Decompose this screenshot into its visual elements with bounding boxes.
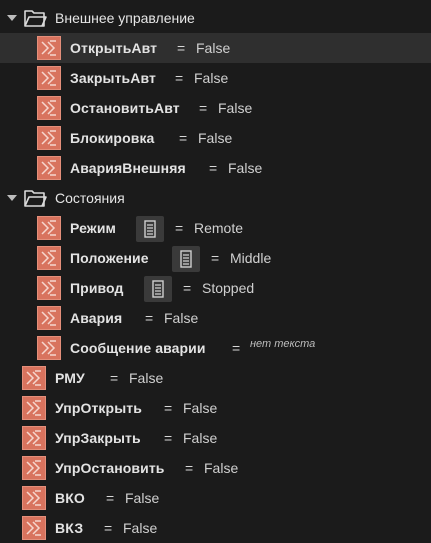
- equals-sign: =: [199, 100, 208, 116]
- chevron-down-icon[interactable]: [7, 15, 17, 21]
- tree-item-vko[interactable]: ВКО = False: [0, 483, 431, 513]
- variable-name: РМУ: [55, 370, 85, 386]
- tree-item-position[interactable]: Положение = Middle: [0, 243, 431, 273]
- variable-value[interactable]: False: [198, 130, 232, 146]
- tree-item-vkz[interactable]: ВКЗ = False: [0, 513, 431, 543]
- tree-item-stop-auto[interactable]: ОстановитьАвт = False: [0, 93, 431, 123]
- equals-sign: =: [179, 130, 188, 146]
- variable-icon: [22, 366, 46, 390]
- tree-group-external-control[interactable]: Внешнее управление: [0, 3, 431, 33]
- variable-name: ОткрытьАвт: [70, 40, 158, 56]
- variable-icon: [22, 486, 46, 510]
- equals-sign: =: [183, 280, 192, 296]
- variable-icon: [22, 516, 46, 540]
- variable-icon: [37, 216, 61, 240]
- variable-icon: [37, 66, 61, 90]
- variable-value[interactable]: False: [129, 370, 163, 386]
- variable-tree: Внешнее управление ОткрытьАвт = False За…: [0, 0, 431, 543]
- variable-name: Авария: [70, 310, 123, 326]
- enum-list-button[interactable]: [144, 276, 172, 302]
- variable-name: ВКЗ: [55, 520, 84, 536]
- folder-icon: [23, 7, 47, 29]
- tree-item-alarm[interactable]: Авария = False: [0, 303, 431, 333]
- tree-item-close-auto[interactable]: ЗакрытьАвт = False: [0, 63, 431, 93]
- variable-name: АварияВнешняя: [70, 160, 186, 176]
- variable-icon: [37, 96, 61, 120]
- variable-name: УпрОстановить: [55, 460, 165, 476]
- tree-item-cmd-close[interactable]: УпрЗакрыть = False: [0, 423, 431, 453]
- variable-value[interactable]: False: [194, 70, 228, 86]
- list-icon: [152, 280, 164, 298]
- equals-sign: =: [232, 340, 241, 356]
- variable-name: ВКО: [55, 490, 85, 506]
- equals-sign: =: [175, 220, 184, 236]
- group-label: Состояния: [55, 190, 125, 206]
- variable-value-empty[interactable]: нет текста: [250, 336, 315, 352]
- tree-item-external-alarm[interactable]: АварияВнешняя = False: [0, 153, 431, 183]
- variable-name: ОстановитьАвт: [70, 100, 180, 116]
- enum-list-button[interactable]: [172, 246, 200, 272]
- tree-group-states[interactable]: Состояния: [0, 183, 431, 213]
- variable-value[interactable]: False: [183, 400, 217, 416]
- group-label: Внешнее управление: [55, 10, 195, 26]
- variable-value[interactable]: False: [183, 430, 217, 446]
- equals-sign: =: [177, 40, 186, 56]
- folder-icon: [23, 187, 47, 209]
- variable-value[interactable]: False: [204, 460, 238, 476]
- tree-item-drive[interactable]: Привод = Stopped: [0, 273, 431, 303]
- variable-value[interactable]: Middle: [230, 250, 271, 266]
- equals-sign: =: [145, 310, 154, 326]
- variable-name: Режим: [70, 220, 116, 236]
- variable-value[interactable]: Remote: [194, 220, 243, 236]
- tree-item-rmu[interactable]: РМУ = False: [0, 363, 431, 393]
- tree-item-cmd-stop[interactable]: УпрОстановить = False: [0, 453, 431, 483]
- variable-value[interactable]: False: [218, 100, 252, 116]
- tree-item-open-auto[interactable]: ОткрытьАвт = False: [0, 33, 431, 63]
- variable-name: Блокировка: [70, 130, 155, 146]
- equals-sign: =: [209, 160, 218, 176]
- equals-sign: =: [164, 430, 173, 446]
- enum-list-button[interactable]: [136, 216, 164, 242]
- variable-icon: [22, 396, 46, 420]
- variable-icon: [37, 336, 61, 360]
- variable-value[interactable]: False: [123, 520, 157, 536]
- chevron-down-icon[interactable]: [7, 195, 17, 201]
- equals-sign: =: [104, 520, 113, 536]
- list-icon: [144, 220, 156, 238]
- variable-name: ЗакрытьАвт: [70, 70, 156, 86]
- variable-icon: [37, 36, 61, 60]
- equals-sign: =: [175, 70, 184, 86]
- variable-value[interactable]: Stopped: [202, 280, 254, 296]
- tree-item-mode[interactable]: Режим = Remote: [0, 213, 431, 243]
- variable-icon: [37, 126, 61, 150]
- variable-icon: [22, 426, 46, 450]
- equals-sign: =: [185, 460, 194, 476]
- variable-value[interactable]: False: [196, 40, 230, 56]
- equals-sign: =: [110, 370, 119, 386]
- tree-item-alarm-message[interactable]: Сообщение аварии = нет текста: [0, 333, 431, 363]
- variable-name: Сообщение аварии: [70, 340, 206, 356]
- variable-value[interactable]: False: [228, 160, 262, 176]
- list-icon: [180, 250, 192, 268]
- variable-icon: [37, 156, 61, 180]
- equals-sign: =: [106, 490, 115, 506]
- equals-sign: =: [164, 400, 173, 416]
- variable-icon: [22, 456, 46, 480]
- variable-name: УпрЗакрыть: [55, 430, 141, 446]
- variable-name: Привод: [70, 280, 124, 296]
- variable-icon: [37, 246, 61, 270]
- variable-icon: [37, 276, 61, 300]
- equals-sign: =: [211, 250, 220, 266]
- variable-value[interactable]: False: [164, 310, 198, 326]
- variable-icon: [37, 306, 61, 330]
- variable-value[interactable]: False: [125, 490, 159, 506]
- tree-item-lock[interactable]: Блокировка = False: [0, 123, 431, 153]
- tree-item-cmd-open[interactable]: УпрОткрыть = False: [0, 393, 431, 423]
- variable-name: Положение: [70, 250, 149, 266]
- variable-name: УпрОткрыть: [55, 400, 142, 416]
